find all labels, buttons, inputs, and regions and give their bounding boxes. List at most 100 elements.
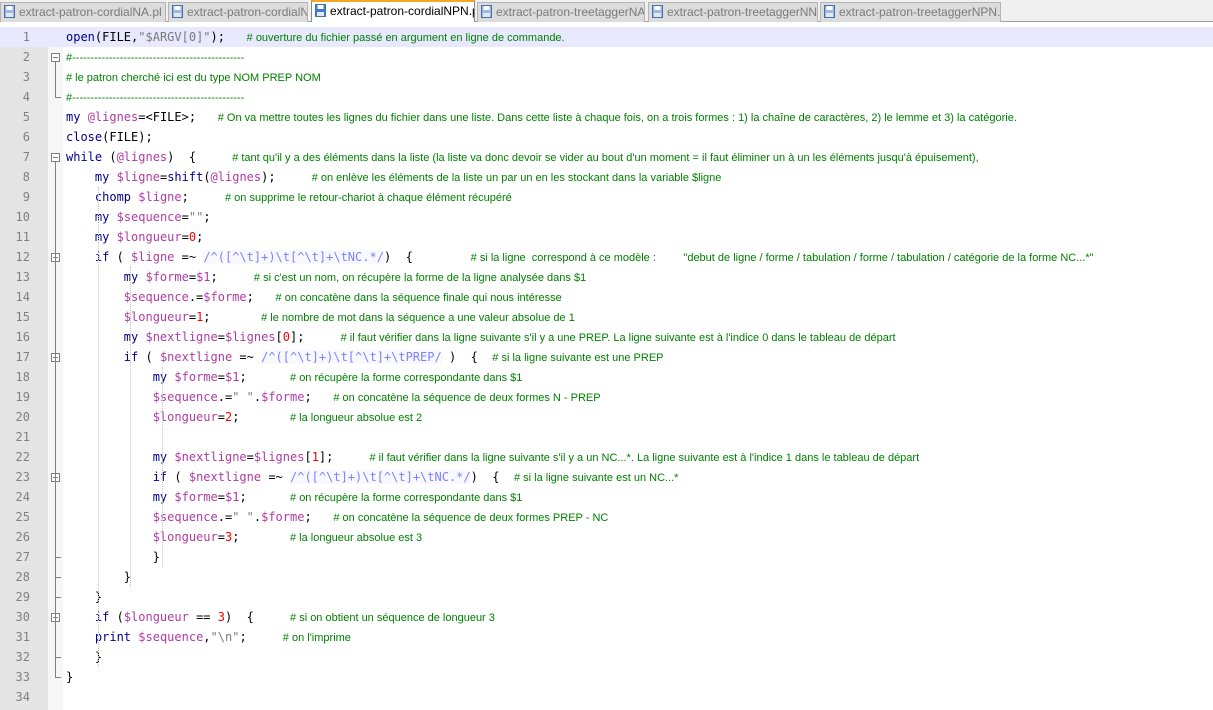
line-code: $longueur=1; # le nombre de mot dans la …	[66, 307, 575, 327]
code-line[interactable]: 27 }	[0, 547, 1213, 567]
line-code: $sequence.=$forme; # on concatène dans l…	[66, 287, 562, 307]
code-line[interactable]: 21	[0, 427, 1213, 447]
line-number: 22	[15, 450, 30, 464]
code-line[interactable]: 1 open(FILE,"$ARGV[0]"); # ouverture du f…	[0, 27, 1213, 47]
token: close	[66, 130, 103, 144]
token: if	[152, 470, 168, 484]
code-line[interactable]: 24 my $forme=$1; # on récupère la forme …	[0, 487, 1213, 507]
code-line[interactable]: 18 my $forme=$1; # on récupère la forme …	[0, 367, 1213, 387]
code-line[interactable]: 4 #--------------------------------------…	[0, 87, 1213, 107]
token: # si la ligne suivante est une PREP	[492, 352, 664, 364]
code-line[interactable]: 6 close(FILE);	[0, 127, 1213, 147]
line-number: 25	[15, 510, 30, 524]
code-line[interactable]: 13 my $forme=$1; # si c'est un nom, on r…	[0, 267, 1213, 287]
token: $ligne	[138, 190, 182, 204]
code-line[interactable]: 15 $longueur=1; # le nombre de mot dans …	[0, 307, 1213, 327]
tab-extract-patron-treetaggernn[interactable]: extract-patron-treetaggerNN.pl	[648, 2, 818, 22]
token: [	[304, 450, 312, 464]
fold-toggle-icon[interactable]	[51, 53, 60, 62]
tab-extract-patron-treetaggernpn[interactable]: extract-patron-treetaggerNPN.pl	[820, 2, 1001, 22]
code-line[interactable]: 20 $longueur=2; # la longueur absolue es…	[0, 407, 1213, 427]
token: if	[123, 350, 139, 364]
code-line[interactable]: 29 }	[0, 587, 1213, 607]
tab-extract-patron-treetaggerna[interactable]: extract-patron-treetaggerNA.pl	[477, 2, 645, 22]
code-line[interactable]: 3 # le patron cherché ici est du type NOM…	[0, 67, 1213, 87]
tab-label: extract-patron-cordialNA.pl	[19, 5, 162, 19]
code-line[interactable]: 14 $sequence.=$forme; # on concatène dan…	[0, 287, 1213, 307]
line-code: $longueur=3; # la longueur absolue est 3	[66, 527, 422, 547]
token: (	[109, 250, 132, 264]
token: # on concatène la séquence de deux forme…	[333, 512, 609, 524]
token: }	[66, 590, 103, 604]
line-number: 34	[15, 690, 30, 704]
token: ) {	[441, 350, 493, 364]
code-line[interactable]: 32 }	[0, 647, 1213, 667]
code-line[interactable]: 31 print $sequence,"\n"; # on l'imprime	[0, 627, 1213, 647]
code-line[interactable]: 28 }	[0, 567, 1213, 587]
fold-range-line	[55, 62, 56, 97]
token: # on concatène dans la séquence finale q…	[275, 292, 562, 304]
code-line[interactable]: 12 if ( $ligne =~ /^([^\t]+)\t[^\t]+\tNC…	[0, 247, 1213, 267]
tab-extract-patron-cordialna[interactable]: extract-patron-cordialNA.pl	[0, 2, 166, 22]
code-line[interactable]: 25 $sequence.=" ".$forme; # on concatène…	[0, 507, 1213, 527]
tab-extract-patron-cordialnn[interactable]: extract-patron-cordialNN.pl	[168, 2, 308, 22]
token: }	[66, 550, 160, 564]
token: );	[210, 30, 247, 44]
tab-extract-patron-cordialnpn[interactable]: extract-patron-cordialNPN.pl	[311, 0, 475, 22]
token: 3	[217, 610, 225, 624]
line-number: 26	[15, 530, 30, 544]
line-number: 17	[15, 350, 30, 364]
token: .=	[188, 290, 204, 304]
code-line[interactable]: 9 chomp $ligne; # on supprime le retour-…	[0, 187, 1213, 207]
code-line[interactable]: 26 $longueur=3; # la longueur absolue es…	[0, 527, 1213, 547]
line-code: my $ligne=shift(@lignes); # on enlève le…	[66, 167, 722, 187]
token: ;	[239, 490, 291, 504]
token: $nextligne	[188, 470, 262, 484]
code-line[interactable]: 34	[0, 687, 1213, 707]
line-number: 32	[15, 650, 30, 664]
token: while	[66, 150, 103, 164]
code-line[interactable]: 8 my $ligne=shift(@lignes); # on enlève …	[0, 167, 1213, 187]
code-editor[interactable]: 1 open(FILE,"$ARGV[0]"); # ouverture du f…	[0, 27, 1213, 710]
token: # On va mettre toutes les lignes du fich…	[217, 112, 1017, 124]
code-line[interactable]: 7 while (@lignes) { # tant qu'il y a des …	[0, 147, 1213, 167]
line-number: 19	[15, 390, 30, 404]
line-number: 31	[15, 630, 30, 644]
token: =	[188, 310, 197, 324]
indent-guide	[98, 187, 99, 667]
token: my	[123, 270, 146, 284]
token: $lignes	[224, 330, 276, 344]
floppy-disk-icon	[315, 4, 326, 17]
code-line[interactable]: 22 my $nextligne=$lignes[1]; # il faut v…	[0, 447, 1213, 467]
code-line[interactable]: 11 my $longueur=0;	[0, 227, 1213, 247]
line-number: 15	[15, 310, 30, 324]
code-line[interactable]: 10 my $sequence="";	[0, 207, 1213, 227]
code-line[interactable]: 33}	[0, 667, 1213, 687]
token: chomp	[94, 190, 139, 204]
floppy-disk-icon	[4, 5, 15, 18]
line-number: 6	[22, 130, 30, 144]
token: .=	[217, 390, 233, 404]
code-line[interactable]: 5 my @lignes=<FILE>; # On va mettre toute…	[0, 107, 1213, 127]
line-code: print $sequence,"\n"; # on l'imprime	[66, 627, 351, 647]
fold-range-line	[55, 622, 56, 657]
code-line[interactable]: 16 my $nextligne=$lignes[0]; # il faut v…	[0, 327, 1213, 347]
code-line[interactable]: 30 if ($longueur == 3) { # si on obtient…	[0, 607, 1213, 627]
code-line[interactable]: 23 if ( $nextligne =~ /^([^\t]+)\t[^\t]+…	[0, 467, 1213, 487]
token: #---------------------------------------…	[66, 52, 245, 64]
code-line[interactable]: 2 #--------------------------------------…	[0, 47, 1213, 67]
token: ;	[203, 310, 262, 324]
token: # le patron cherché ici est du type NOM …	[66, 72, 321, 84]
fold-toggle-icon[interactable]	[51, 153, 60, 162]
line-number: 30	[15, 610, 30, 624]
token: /^([^\t]+)\t[^\t]+\tNC.*/	[203, 250, 384, 264]
floppy-disk-icon	[481, 5, 492, 18]
code-line[interactable]: 17 if ( $nextligne =~ /^([^\t]+)\t[^\t]+…	[0, 347, 1213, 367]
code-line[interactable]: 19 $sequence.=" ".$forme; # on concatène…	[0, 387, 1213, 407]
